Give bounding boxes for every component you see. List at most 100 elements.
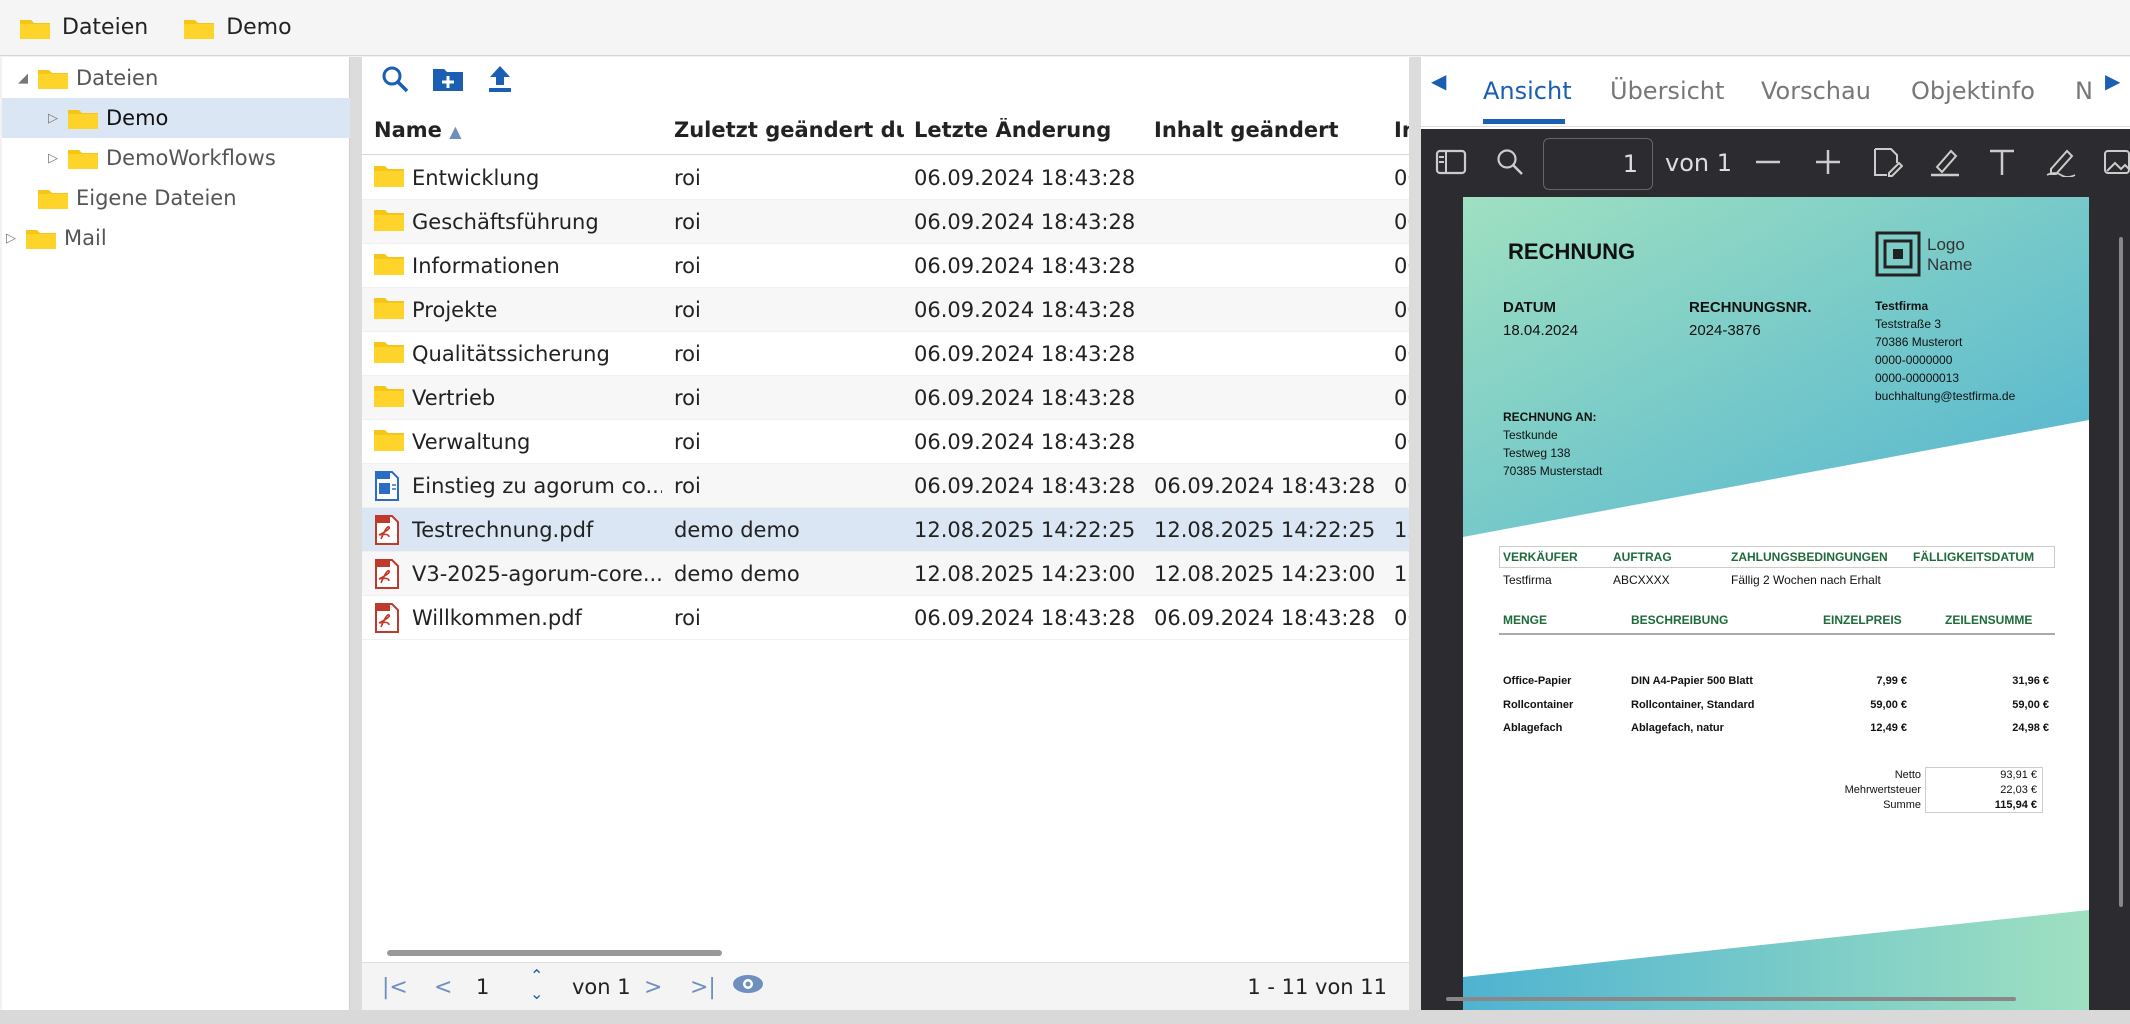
table-row[interactable]: Projekte roi 06.09.2024 18:43:28 06 <box>362 288 1409 332</box>
zoom-out-icon[interactable] <box>1754 147 1782 181</box>
tree-item-eigene-dateien[interactable]: Eigene Dateien <box>2 178 350 218</box>
new-folder-icon[interactable] <box>432 65 464 97</box>
tree-item-mail[interactable]: ▷ Mail <box>2 218 350 258</box>
cell-content-changed: 12.08.2025 14:23:00 <box>1154 562 1376 586</box>
breadcrumb-item-dateien[interactable]: Dateien <box>20 15 148 40</box>
table-row[interactable]: Vertrieb roi 06.09.2024 18:43:28 06 <box>362 376 1409 420</box>
totals-value: 115,94 € <box>1994 799 2037 811</box>
cell-name: V3-2025-agorum-core... <box>412 562 662 586</box>
folder-icon <box>38 67 68 89</box>
list-header: Name ▲ Zuletzt geändert dur Letzte Änder… <box>362 107 1409 155</box>
column-header-more[interactable]: In <box>1394 118 1409 142</box>
page-total: von 1 <box>572 975 631 999</box>
splitter-right[interactable] <box>1409 57 1421 1010</box>
zoom-in-icon[interactable] <box>1814 147 1842 181</box>
cell-more: 06 <box>1394 474 1409 498</box>
tree-item-demo[interactable]: ▷ Demo <box>2 98 350 138</box>
pdf-horizontal-scrollbar[interactable] <box>1446 997 2016 1001</box>
cell-last-change: 06.09.2024 18:43:28 <box>914 430 1136 454</box>
meta-header-seller: VERKÄUFER <box>1503 550 1578 564</box>
table-row[interactable]: Willkommen.pdf roi 06.09.2024 18:43:28 06.0… <box>362 596 1409 640</box>
splitter-left[interactable] <box>350 57 362 1010</box>
search-icon[interactable] <box>380 64 410 98</box>
cell-more: 06 <box>1394 210 1409 234</box>
cell-more: 06 <box>1394 430 1409 454</box>
sender-city: 70386 Musterort <box>1875 335 1963 349</box>
meta-value-terms: Fällig 2 Wochen nach Erhalt <box>1731 573 1881 587</box>
tree-item-demoworkflows[interactable]: ▷ DemoWorkflows <box>2 138 350 178</box>
table-row[interactable]: Entwicklung roi 06.09.2024 18:43:28 06 <box>362 156 1409 200</box>
list-rows: Entwicklungroi06.09.2024 18:43:2806Gesch… <box>362 156 1409 640</box>
tab-ansicht[interactable]: Ansicht <box>1483 77 1572 105</box>
horizontal-scrollbar[interactable] <box>387 950 722 956</box>
highlight-icon[interactable] <box>1929 147 1961 181</box>
pdf-page-input[interactable]: 1 <box>1543 138 1653 190</box>
tab-uebersicht[interactable]: Übersicht <box>1610 77 1724 105</box>
upload-icon[interactable] <box>486 64 514 98</box>
cell-last-change: 06.09.2024 18:43:28 <box>914 386 1136 410</box>
item-header-desc: BESCHREIBUNG <box>1631 613 1729 627</box>
sender-name: Testfirma <box>1875 299 1929 313</box>
tree-item-dateien[interactable]: ◢ Dateien <box>2 58 350 98</box>
cell-changed-by: roi <box>674 210 701 234</box>
page-input[interactable]: 1 <box>476 975 489 999</box>
next-page-icon[interactable]: > <box>644 975 662 1000</box>
cell-name: Verwaltung <box>412 430 531 454</box>
folder-icon <box>374 251 404 282</box>
eye-icon[interactable] <box>732 973 764 1000</box>
cell-changed-by: roi <box>674 254 701 278</box>
item-qty: Rollcontainer <box>1503 699 1574 711</box>
item-qty: Ablagefach <box>1503 722 1563 734</box>
tab-objektinfo[interactable]: Objektinfo <box>1911 77 2035 105</box>
table-row[interactable]: V3-2025-agorum-core... demo demo 12.08.202… <box>362 552 1409 596</box>
recipient-street: Testweg 138 <box>1503 446 1571 460</box>
expand-toggle-icon[interactable]: ▷ <box>44 151 62 166</box>
meta-header-order: AUFTRAG <box>1613 550 1672 564</box>
breadcrumb-item-demo[interactable]: Demo <box>184 15 292 40</box>
tab-more[interactable]: N <box>2075 77 2093 105</box>
scroll-right-arrow-icon[interactable]: ▶ <box>2101 69 2121 93</box>
page-stepper-icon[interactable]: ⌃ ⌄ <box>530 967 543 1003</box>
collapse-toggle-icon[interactable]: ◢ <box>14 71 32 86</box>
column-header-content-changed[interactable]: Inhalt geändert <box>1154 118 1339 142</box>
table-row[interactable]: Informationen roi 06.09.2024 18:43:28 06 <box>362 244 1409 288</box>
cell-name: Entwicklung <box>412 166 540 190</box>
tab-vorschau[interactable]: Vorschau <box>1761 77 1871 105</box>
cell-more: 06 <box>1394 606 1409 630</box>
draw-icon[interactable] <box>2045 147 2077 181</box>
column-header-changed-by[interactable]: Zuletzt geändert dur <box>674 118 904 142</box>
column-header-name[interactable]: Name ▲ <box>374 118 462 142</box>
expand-toggle-icon[interactable]: ▷ <box>2 231 20 246</box>
cell-changed-by: roi <box>674 298 701 322</box>
cell-name: Geschäftsführung <box>412 210 599 234</box>
scroll-left-arrow-icon[interactable]: ◀ <box>1431 69 1446 93</box>
table-row[interactable]: Geschäftsführung roi 06.09.2024 18:43:28 06 <box>362 200 1409 244</box>
meta-value-seller: Testfirma <box>1503 573 1552 587</box>
folder-icon <box>374 427 404 458</box>
tree-item-label: Demo <box>106 106 169 130</box>
invoice-background <box>1463 197 2089 1010</box>
table-row[interactable]: Qualitätssicherung roi 06.09.2024 18:43:28… <box>362 332 1409 376</box>
cell-content-changed: 06.09.2024 18:43:28 <box>1154 606 1376 630</box>
item-total: 59,00 € <box>2012 699 2049 711</box>
text-tool-icon[interactable] <box>1987 147 2017 181</box>
table-row[interactable]: Einstieg zu agorum co... roi 06.09.2024 18… <box>362 464 1409 508</box>
pdf-vertical-scrollbar[interactable] <box>2119 237 2123 907</box>
cell-more: 12 <box>1394 562 1409 586</box>
sign-document-icon[interactable] <box>1871 147 1904 181</box>
prev-page-icon[interactable]: < <box>434 975 452 1000</box>
folder-icon <box>374 383 404 414</box>
first-page-icon[interactable]: |< <box>382 975 408 1000</box>
logo-text-line1: Logo <box>1927 235 1965 254</box>
search-icon[interactable] <box>1495 147 1525 181</box>
table-row[interactable]: Verwaltung roi 06.09.2024 18:43:28 06 <box>362 420 1409 464</box>
column-header-last-change[interactable]: Letzte Änderung <box>914 118 1111 142</box>
folder-icon <box>38 187 68 209</box>
preview-tabs: ◀ Ansicht Übersicht Vorschau Objektinfo … <box>1421 57 2130 127</box>
last-page-icon[interactable]: >| <box>690 975 716 1000</box>
cell-last-change: 06.09.2024 18:43:28 <box>914 342 1136 366</box>
image-tool-icon[interactable] <box>2103 147 2130 181</box>
table-row[interactable]: Testrechnung.pdf demo demo 12.08.2025 14:2… <box>362 508 1409 552</box>
sidebar-toggle-icon[interactable] <box>1435 147 1467 181</box>
expand-toggle-icon[interactable]: ▷ <box>44 111 62 126</box>
